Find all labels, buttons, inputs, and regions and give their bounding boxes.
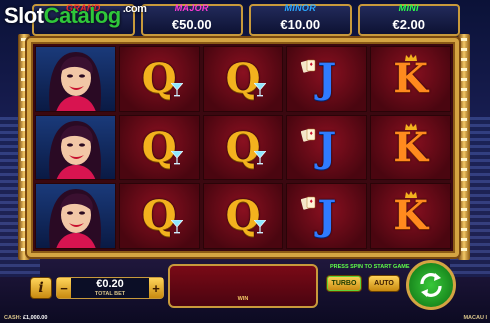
control-panel: i − €0.20 TOTAL BET + WIN PRESS SPIN TO … bbox=[0, 260, 490, 323]
bet-increase-button[interactable]: + bbox=[149, 278, 163, 298]
playing-cards-icon: ♦ bbox=[301, 128, 316, 142]
cash-label: CASH: bbox=[4, 315, 22, 321]
jack-symbol: ♦ J bbox=[286, 114, 368, 181]
reel-4: ♦ J ♦ J ♦ J bbox=[286, 46, 368, 250]
svg-text:♦: ♦ bbox=[309, 131, 313, 137]
symbol-letter: K bbox=[393, 54, 428, 102]
info-icon: i bbox=[38, 280, 44, 296]
queen-symbol: Q bbox=[202, 46, 284, 112]
playing-cards-icon: ♦ bbox=[301, 59, 316, 73]
queen-symbol: Q bbox=[202, 114, 284, 181]
martini-icon bbox=[170, 82, 183, 97]
refresh-arrows-icon bbox=[420, 273, 442, 297]
bet-decrease-button[interactable]: − bbox=[57, 278, 71, 298]
turbo-label: TURBO bbox=[331, 280, 357, 287]
jack-symbol: ♦ J bbox=[286, 46, 368, 112]
reel-1 bbox=[35, 46, 116, 250]
jackpot-minor-value: €10.00 bbox=[280, 16, 321, 32]
symbol-letter: K bbox=[393, 192, 428, 240]
auto-label: AUTO bbox=[374, 280, 394, 287]
jack-symbol: ♦ J bbox=[286, 183, 368, 250]
reel-3: Q Q Q bbox=[202, 46, 284, 250]
jackpot-mini-value: €2.00 bbox=[392, 16, 426, 32]
svg-text:♦: ♦ bbox=[309, 199, 313, 205]
slot-game: SlotCatalog .com GRAND MAJOR €50.00 MINOR… bbox=[0, 0, 490, 323]
queen-symbol: Q bbox=[118, 46, 200, 112]
svg-text:♦: ♦ bbox=[309, 62, 313, 68]
jackpot-major-value: €50.00 bbox=[171, 16, 212, 32]
queen-symbol: Q bbox=[118, 114, 200, 181]
jackpot-mini-label: MINI bbox=[398, 3, 419, 13]
logo-accent: Catalog bbox=[43, 3, 122, 28]
crown-icon bbox=[404, 122, 417, 130]
cash-value: £1,000.00 bbox=[22, 315, 48, 321]
queen-symbol: Q bbox=[202, 183, 284, 250]
win-label: WIN bbox=[237, 296, 249, 302]
martini-icon bbox=[254, 220, 267, 234]
reel-2: Q Q Q bbox=[118, 46, 200, 250]
info-button[interactable]: i bbox=[30, 277, 52, 299]
game-name: MACAU I bbox=[463, 315, 487, 321]
symbol-letter: J bbox=[317, 54, 337, 102]
win-display: WIN bbox=[168, 264, 318, 308]
watermark-logo: SlotCatalog .com bbox=[4, 3, 147, 29]
crown-icon bbox=[404, 191, 417, 199]
spin-button[interactable] bbox=[406, 260, 456, 310]
woman-portrait-icon bbox=[49, 189, 102, 249]
king-symbol: K bbox=[370, 183, 451, 250]
wild-woman-symbol bbox=[35, 183, 116, 250]
martini-icon bbox=[170, 151, 183, 165]
minus-icon: − bbox=[60, 280, 68, 296]
symbol-letter: J bbox=[317, 123, 337, 171]
logo-brand: Slot bbox=[4, 3, 44, 28]
logo-suffix: .com bbox=[122, 3, 147, 15]
crown-icon bbox=[404, 54, 417, 61]
bet-label: TOTAL BET bbox=[94, 290, 126, 297]
bet-display: €0.20 TOTAL BET bbox=[71, 277, 149, 298]
spin-hint-text: PRESS SPIN TO START GAME bbox=[330, 264, 410, 270]
wild-woman-symbol bbox=[35, 114, 116, 181]
martini-icon bbox=[254, 151, 267, 165]
bet-selector: − €0.20 TOTAL BET + bbox=[56, 277, 164, 299]
symbol-letter: J bbox=[317, 192, 337, 240]
reel-5: K K K bbox=[370, 46, 451, 250]
playing-cards-icon: ♦ bbox=[301, 197, 316, 210]
jackpot-major-label: MAJOR bbox=[174, 3, 209, 13]
martini-icon bbox=[170, 220, 183, 234]
queen-symbol: Q bbox=[118, 183, 200, 250]
jackpot-major: MAJOR €50.00 bbox=[140, 3, 243, 36]
woman-portrait-icon bbox=[49, 120, 102, 180]
martini-icon bbox=[254, 82, 267, 97]
woman-portrait-icon bbox=[49, 51, 102, 111]
jackpot-mini: MINI €2.00 bbox=[357, 3, 460, 36]
turbo-button[interactable]: TURBO bbox=[326, 275, 362, 292]
wild-woman-symbol bbox=[35, 46, 116, 112]
king-symbol: K bbox=[370, 114, 451, 181]
jackpot-minor-label: MINOR bbox=[284, 3, 316, 13]
reel-frame: Q Q Q Q Q Q ♦ J ♦ J ♦ J K K K bbox=[27, 38, 459, 257]
symbol-letter: K bbox=[393, 123, 428, 171]
frame-pillar-right bbox=[458, 34, 470, 260]
bet-value: €0.20 bbox=[96, 277, 124, 290]
auto-button[interactable]: AUTO bbox=[368, 275, 400, 292]
jackpot-minor: MINOR €10.00 bbox=[249, 3, 352, 36]
reels-grid: Q Q Q Q Q Q ♦ J ♦ J ♦ J K K K bbox=[35, 46, 451, 250]
cash-balance: CASH: £1,000.00 bbox=[4, 315, 47, 321]
plus-icon: + bbox=[152, 280, 160, 296]
king-symbol: K bbox=[370, 46, 451, 112]
